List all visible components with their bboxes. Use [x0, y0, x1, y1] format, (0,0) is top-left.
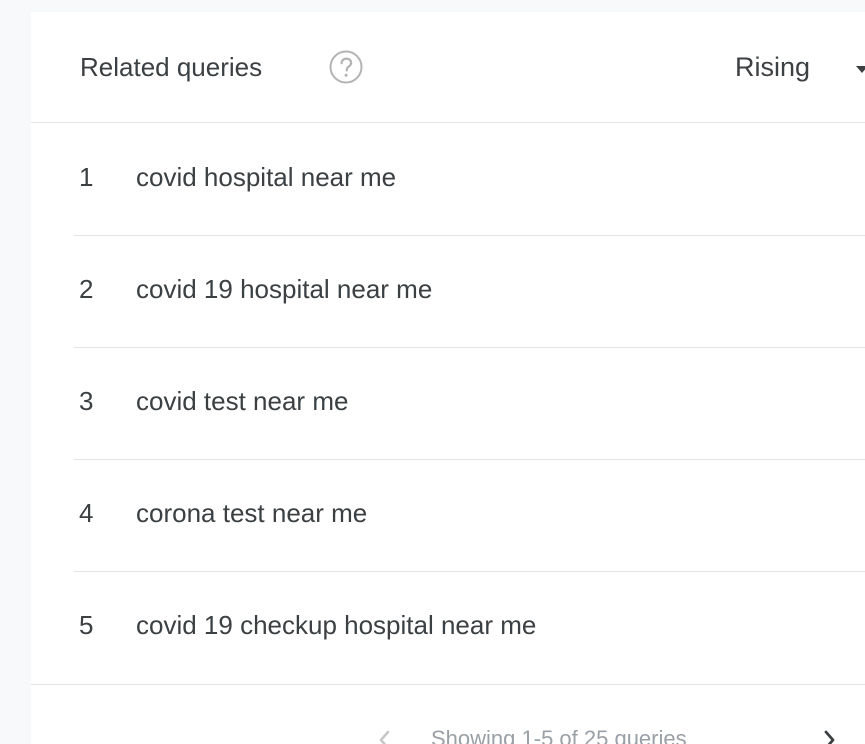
- help-icon[interactable]: [328, 49, 364, 85]
- query-text: covid hospital near me: [136, 162, 397, 192]
- query-row-1[interactable]: 1 covid hospital near me: [74, 124, 865, 236]
- related-queries-header: Related queries Rising: [31, 12, 865, 123]
- query-row-3[interactable]: 3 covid test near me: [74, 348, 865, 460]
- query-row-5[interactable]: 5 covid 19 checkup hospital near me: [74, 572, 865, 683]
- query-rank: 1: [79, 162, 94, 192]
- query-row-2[interactable]: 2 covid 19 hospital near me: [74, 236, 865, 348]
- dropdown-arrow-icon: [856, 66, 865, 73]
- query-text: corona test near me: [136, 498, 368, 528]
- pagination: Showing 1-5 of 25 queries: [373, 716, 843, 744]
- query-rank: 5: [79, 610, 94, 640]
- related-queries-card: Related queries Rising 1 covid hospital …: [31, 12, 865, 744]
- next-page-button[interactable]: [817, 724, 841, 744]
- query-rank: 2: [79, 274, 94, 304]
- chevron-left-icon: [379, 730, 390, 744]
- pagination-status: Showing 1-5 of 25 queries: [431, 726, 687, 744]
- chevron-right-icon: [824, 730, 835, 744]
- previous-page-button[interactable]: [373, 724, 397, 744]
- query-text: covid 19 checkup hospital near me: [136, 610, 537, 640]
- filter-selected-label: Rising: [735, 52, 811, 82]
- query-text: covid 19 hospital near me: [136, 274, 433, 304]
- query-text: covid test near me: [136, 386, 349, 416]
- query-row-4[interactable]: 4 corona test near me: [74, 460, 865, 572]
- query-rank: 3: [79, 386, 94, 416]
- footer-divider: [31, 684, 865, 685]
- related-queries-title: Related queries: [80, 52, 263, 82]
- query-rank: 4: [79, 498, 94, 528]
